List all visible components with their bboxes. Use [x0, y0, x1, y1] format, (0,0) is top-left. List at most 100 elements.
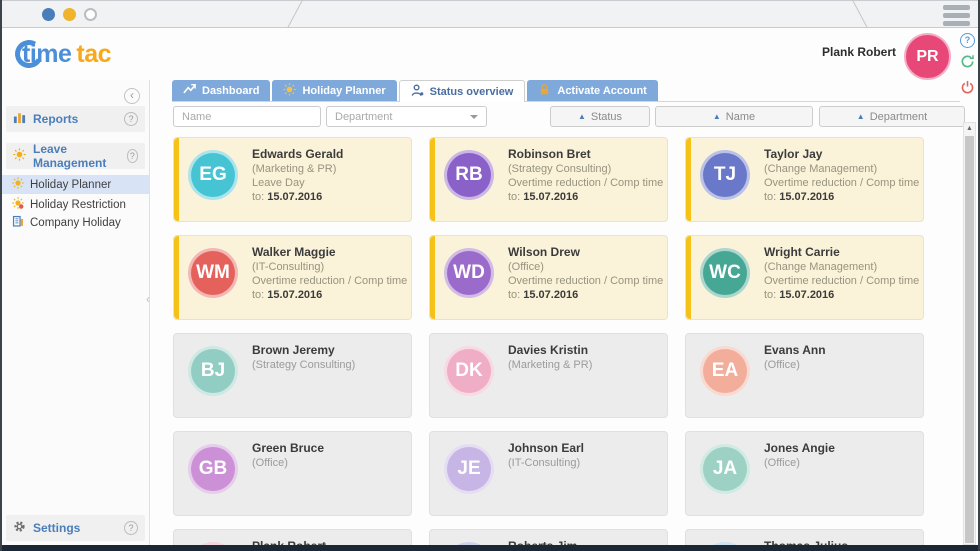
help-icon[interactable]: ?	[126, 149, 138, 163]
employee-card[interactable]: EA Evans Ann (Office)	[685, 333, 924, 418]
employee-card[interactable]: RB Robinson Bret (Strategy Consulting) O…	[429, 137, 668, 222]
sidebar-item-holiday-planner[interactable]: Holiday Planner	[2, 175, 149, 194]
person-icon	[411, 84, 424, 100]
avatar: GB	[188, 444, 238, 494]
scrollbar[interactable]: ▲	[963, 122, 976, 545]
employee-department: (Office)	[252, 457, 288, 469]
employee-department: (Marketing & PR)	[252, 163, 337, 175]
scroll-up-icon[interactable]: ▲	[964, 123, 975, 135]
avatar[interactable]: PR	[904, 33, 951, 80]
timetac-logo: time tac	[11, 35, 112, 73]
sidebar-section-leave-management[interactable]: Leave Management ?	[6, 142, 145, 170]
employee-name: Johnson Earl	[508, 441, 585, 455]
leave-until: to: 15.07.2016	[508, 191, 579, 203]
sidebar-item-label: Company Holiday	[30, 216, 121, 229]
employee-card[interactable]: WD Wilson Drew (Office) Overtime reducti…	[429, 235, 668, 320]
tab-dashboard[interactable]: Dashboard	[172, 80, 271, 101]
employee-info: Taylor Jay (Change Management) Overtime …	[764, 147, 919, 221]
tab-holiday-planner[interactable]: Holiday Planner	[272, 80, 397, 101]
tab-activate-account[interactable]: Activate Account	[527, 80, 658, 101]
employee-card[interactable]: Roberts Jim	[429, 529, 668, 545]
sidebar-section-label: Reports	[33, 112, 79, 126]
leave-until: to: 15.07.2016	[252, 191, 323, 203]
employee-card[interactable]: JE Johnson Earl (IT-Consulting)	[429, 431, 668, 516]
help-icon[interactable]: ?	[124, 521, 138, 535]
scrollbar-thumb[interactable]	[965, 136, 974, 543]
employee-card[interactable]: BJ Brown Jeremy (Strategy Consulting)	[173, 333, 412, 418]
sidebar-item-holiday-restriction[interactable]: Holiday Restriction	[2, 195, 149, 214]
chevron-down-icon	[470, 114, 478, 119]
browser-menu-icon[interactable]	[943, 5, 970, 26]
tab-edge-right	[851, 0, 870, 32]
employee-card[interactable]: DK Davies Kristin (Marketing & PR)	[429, 333, 668, 418]
employee-info: Walker Maggie (IT-Consulting) Overtime r…	[252, 245, 407, 319]
sort-status-button[interactable]: ▲ Status	[550, 106, 650, 127]
sidebar-item-label: Holiday Restriction	[30, 198, 126, 211]
employee-card[interactable]: Thomas Julius	[685, 529, 924, 545]
employee-card[interactable]: EG Edwards Gerald (Marketing & PR) Leave…	[173, 137, 412, 222]
app-header: time tac Plank Robert PR	[2, 28, 978, 80]
window-button-blue[interactable]	[42, 8, 55, 21]
employee-department: (IT-Consulting)	[508, 457, 581, 469]
employee-name: Brown Jeremy	[252, 343, 335, 357]
employee-name: Wright Carrie	[764, 245, 840, 259]
line-chart-icon	[183, 83, 196, 98]
leave-until: to: 15.07.2016	[764, 191, 835, 203]
employee-name: Jones Angie	[764, 441, 835, 455]
help-icon[interactable]: ?	[124, 112, 138, 126]
sidebar-section-settings[interactable]: Settings ?	[6, 515, 145, 541]
employee-name: Taylor Jay	[764, 147, 823, 161]
employee-info: Jones Angie (Office)	[764, 441, 835, 515]
sidebar-collapse-icon[interactable]: ‹	[124, 88, 140, 104]
sun-icon	[12, 177, 24, 192]
employee-info: Wilson Drew (Office) Overtime reduction …	[508, 245, 663, 319]
content-area: Dashboard Holiday Planner Status overvie…	[151, 80, 978, 545]
employee-card[interactable]: GB Green Bruce (Office)	[173, 431, 412, 516]
employee-info: Edwards Gerald (Marketing & PR) Leave Da…	[252, 147, 343, 221]
filter-row: Department ▲ Status ▲ Name ▲ Department	[173, 106, 965, 127]
leave-stripe	[686, 138, 691, 221]
employee-department: (Strategy Consulting)	[508, 163, 612, 175]
bar-chart-icon	[13, 111, 26, 127]
tab-status-overview[interactable]: Status overview	[398, 80, 526, 102]
department-filter-select[interactable]: Department	[326, 106, 487, 127]
sun-restricted-icon	[12, 197, 24, 212]
sidebar-section-reports[interactable]: Reports ?	[6, 106, 145, 132]
avatar: JA	[700, 444, 750, 494]
sidebar-section-label: Settings	[33, 521, 81, 535]
avatar: RB	[444, 150, 494, 200]
avatar: EG	[188, 150, 238, 200]
sidebar-resize-handle[interactable]: ‹	[146, 292, 150, 306]
main-area: ‹ Reports ? Leave Management ? Holiday P…	[2, 80, 978, 545]
employee-card[interactable]: Plank Robert	[173, 529, 412, 545]
sort-asc-icon: ▲	[856, 111, 865, 121]
sun-icon	[13, 148, 26, 164]
sort-name-button[interactable]: ▲ Name	[655, 106, 813, 127]
logout-power-icon[interactable]	[960, 80, 975, 100]
building-icon	[12, 215, 24, 230]
employee-department: (IT-Consulting)	[252, 261, 325, 273]
name-filter-input[interactable]	[173, 106, 321, 127]
help-icon[interactable]: ?	[960, 33, 975, 48]
employee-cards-grid: EG Edwards Gerald (Marketing & PR) Leave…	[173, 137, 924, 545]
employee-card[interactable]: JA Jones Angie (Office)	[685, 431, 924, 516]
employee-name: Robinson Bret	[508, 147, 591, 161]
logo-text-tac: tac	[76, 39, 112, 68]
window-button-yellow[interactable]	[63, 8, 76, 21]
employee-card[interactable]: WC Wright Carrie (Change Management) Ove…	[685, 235, 924, 320]
browser-bar	[2, 0, 978, 32]
window-button-white[interactable]	[84, 8, 97, 21]
employee-card[interactable]: WM Walker Maggie (IT-Consulting) Overtim…	[173, 235, 412, 320]
sidebar-section-label: Leave Management	[33, 142, 107, 170]
sort-department-button[interactable]: ▲ Department	[819, 106, 965, 127]
employee-department: (Office)	[508, 261, 544, 273]
current-user-name: Plank Robert	[821, 45, 896, 59]
employee-card[interactable]: TJ Taylor Jay (Change Management) Overti…	[685, 137, 924, 222]
sidebar-item-company-holiday[interactable]: Company Holiday	[2, 213, 149, 232]
avatar: JE	[444, 444, 494, 494]
avatar: WD	[444, 248, 494, 298]
refresh-icon[interactable]	[960, 54, 975, 74]
leave-until: to: 15.07.2016	[252, 289, 323, 301]
employee-info: Green Bruce (Office)	[252, 441, 324, 515]
leave-stripe	[174, 138, 179, 221]
